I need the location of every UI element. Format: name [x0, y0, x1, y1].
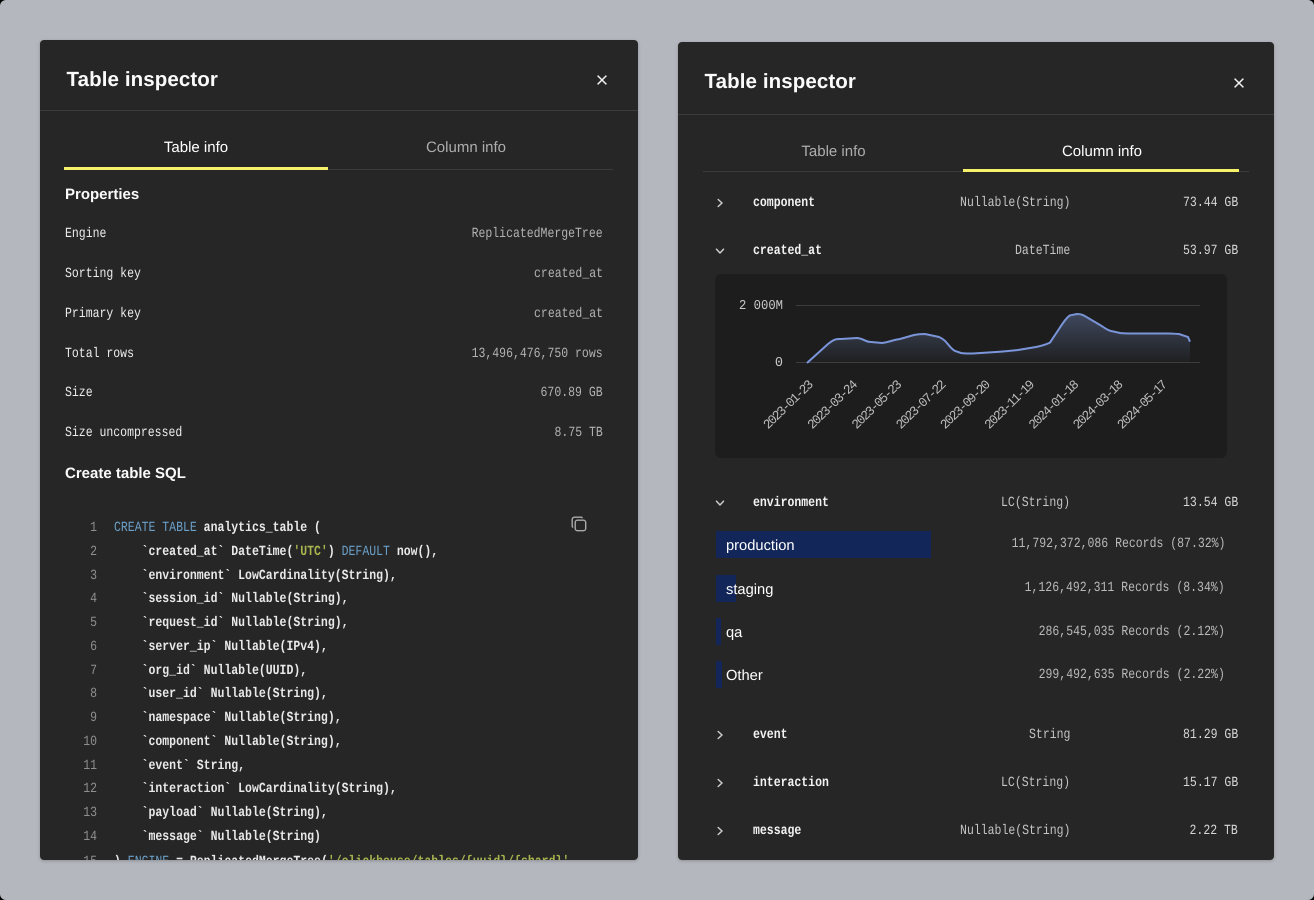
svg-text:2 000M: 2 000M	[739, 299, 783, 314]
svg-text:0: 0	[775, 356, 783, 371]
